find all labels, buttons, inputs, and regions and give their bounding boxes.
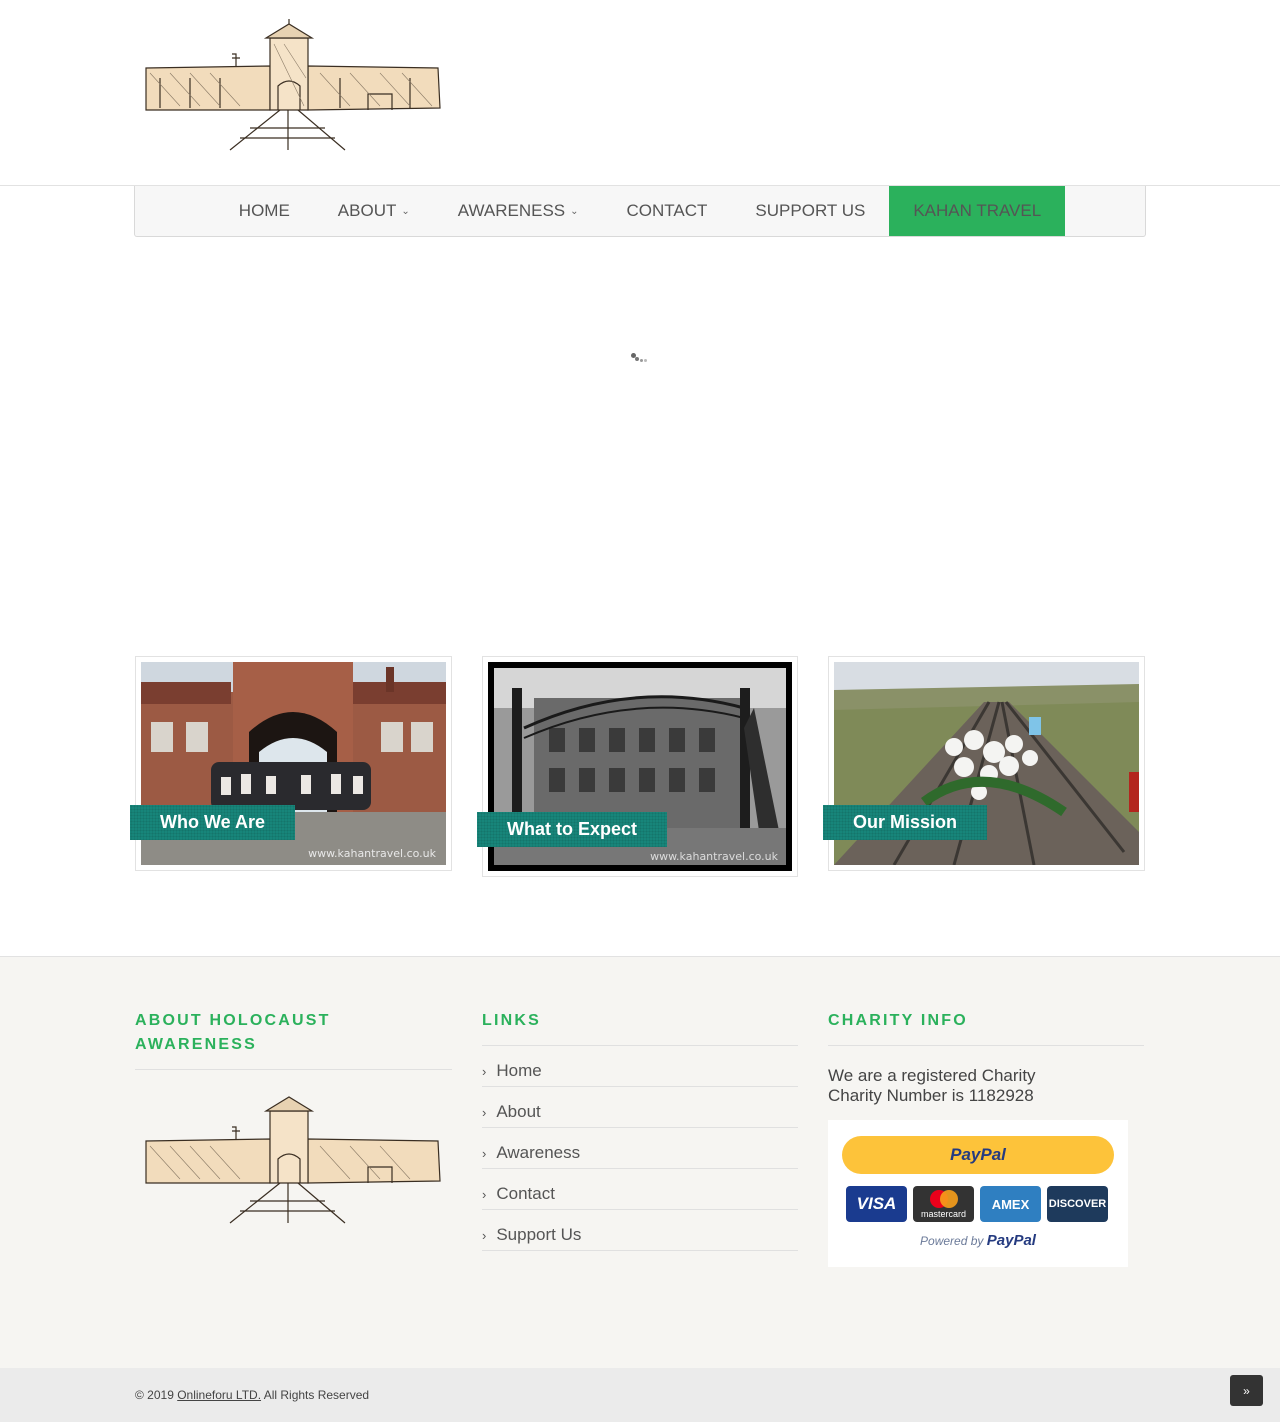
feature-who-we-are[interactable]: www.kahantravel.co.uk Who We Are bbox=[130, 656, 452, 871]
visa-card-icon: VISA bbox=[846, 1186, 907, 1222]
feature-caption[interactable]: What to Expect bbox=[477, 812, 668, 847]
nav-item-contact[interactable]: CONTACT bbox=[603, 186, 732, 236]
double-chevron-up-icon: » bbox=[1243, 1383, 1250, 1398]
footer-link-label: Support Us bbox=[496, 1225, 582, 1244]
footer-link-label: Awareness bbox=[496, 1143, 581, 1162]
footer-links-list: › Home › About › Awareness › Contact › Support Us bbox=[482, 1046, 798, 1251]
footer-about-column: ABOUT HOLOCAUST AWARENESS bbox=[135, 1009, 452, 1224]
loading-spinner-icon bbox=[631, 353, 647, 365]
footer: ABOUT HOLOCAUST AWARENESS LINKS › Home › Ab… bbox=[0, 956, 1280, 1368]
footer-link-home[interactable]: › Home bbox=[482, 1046, 798, 1087]
nav-item-label: HOME bbox=[238, 201, 290, 220]
chevron-right-icon: › bbox=[482, 1063, 487, 1079]
site-header bbox=[0, 0, 1280, 186]
nav-item-about[interactable]: ABOUT ⌄ bbox=[314, 186, 434, 236]
chevron-right-icon: › bbox=[482, 1145, 487, 1161]
feature-caption[interactable]: Who We Are bbox=[130, 805, 296, 840]
footer-charity-column: CHARITY INFO We are a registered Charity… bbox=[828, 1009, 1144, 1267]
nav-item-kahan-travel[interactable]: KAHAN TRAVEL bbox=[889, 186, 1066, 236]
feature-caption[interactable]: Our Mission bbox=[823, 805, 988, 840]
nav-item-label: CONTACT bbox=[626, 201, 708, 220]
footer-link-support-us[interactable]: › Support Us bbox=[482, 1210, 798, 1251]
back-to-top-button[interactable]: » bbox=[1230, 1375, 1263, 1406]
powered-by-paypal: Powered by PayPal bbox=[920, 1232, 1036, 1249]
copyright-bar: © 2019 Onlineforu LTD. All Rights Reserv… bbox=[0, 1368, 1280, 1422]
footer-links-title: LINKS bbox=[482, 1009, 798, 1046]
chevron-right-icon: › bbox=[482, 1186, 487, 1202]
footer-link-label: About bbox=[496, 1102, 541, 1121]
footer-logo bbox=[145, 1096, 441, 1224]
footer-link-about[interactable]: › About bbox=[482, 1087, 798, 1128]
charity-registered-text: We are a registered Charity bbox=[828, 1066, 1036, 1085]
footer-link-contact[interactable]: › Contact bbox=[482, 1169, 798, 1210]
nav-item-home[interactable]: HOME bbox=[215, 186, 314, 236]
footer-links-column: LINKS › Home › About › Awareness › Contact › Supp… bbox=[482, 1009, 798, 1251]
mastercard-card-icon: mastercard bbox=[913, 1186, 974, 1222]
charity-number-text: Charity Number is 1182928 bbox=[828, 1086, 1034, 1105]
feature-what-to-expect[interactable]: www.kahantravel.co.uk What to Expect bbox=[477, 656, 798, 877]
chevron-down-icon: ⌄ bbox=[401, 206, 410, 217]
company-link[interactable]: Onlineforu LTD. bbox=[177, 1388, 261, 1402]
paypal-widget: PayPal VISA mastercard AMEX DISCOVER Pow… bbox=[828, 1120, 1128, 1267]
main-nav: HOME ABOUT ⌄ AWARENESS ⌄ CONTACT SUPPORT US KAH… bbox=[134, 186, 1146, 237]
nav-item-label: SUPPORT US bbox=[755, 201, 866, 220]
feature-our-mission[interactable]: Our Mission bbox=[823, 656, 1145, 871]
footer-about-title: ABOUT HOLOCAUST AWARENESS bbox=[135, 1009, 452, 1070]
nav-item-support-us[interactable]: SUPPORT US bbox=[731, 186, 889, 236]
paypal-button-label: PayPal bbox=[950, 1145, 1006, 1164]
discover-card-icon: DISCOVER bbox=[1047, 1186, 1108, 1222]
footer-link-label: Home bbox=[496, 1061, 542, 1080]
site-logo[interactable] bbox=[140, 18, 446, 154]
footer-link-label: Contact bbox=[496, 1184, 555, 1203]
footer-link-awareness[interactable]: › Awareness bbox=[482, 1128, 798, 1169]
chevron-right-icon: › bbox=[482, 1227, 487, 1243]
payment-cards: VISA mastercard AMEX DISCOVER bbox=[846, 1186, 1108, 1222]
chevron-right-icon: › bbox=[482, 1104, 487, 1120]
chevron-down-icon: ⌄ bbox=[570, 206, 579, 217]
nav-item-awareness[interactable]: AWARENESS ⌄ bbox=[434, 186, 603, 236]
nav-item-label: ABOUT bbox=[337, 201, 397, 220]
paypal-donate-button[interactable]: PayPal bbox=[842, 1136, 1114, 1174]
svg-text:www.kahantravel.co.uk: www.kahantravel.co.uk bbox=[308, 847, 437, 860]
nav-item-label: KAHAN TRAVEL bbox=[913, 201, 1042, 220]
nav-item-label: AWARENESS bbox=[457, 201, 566, 220]
svg-text:www.kahantravel.co.uk: www.kahantravel.co.uk bbox=[650, 850, 779, 863]
footer-charity-title: CHARITY INFO bbox=[828, 1009, 1144, 1046]
amex-card-icon: AMEX bbox=[980, 1186, 1041, 1222]
copyright-text: © 2019 Onlineforu LTD. All Rights Reserv… bbox=[135, 1388, 370, 1402]
